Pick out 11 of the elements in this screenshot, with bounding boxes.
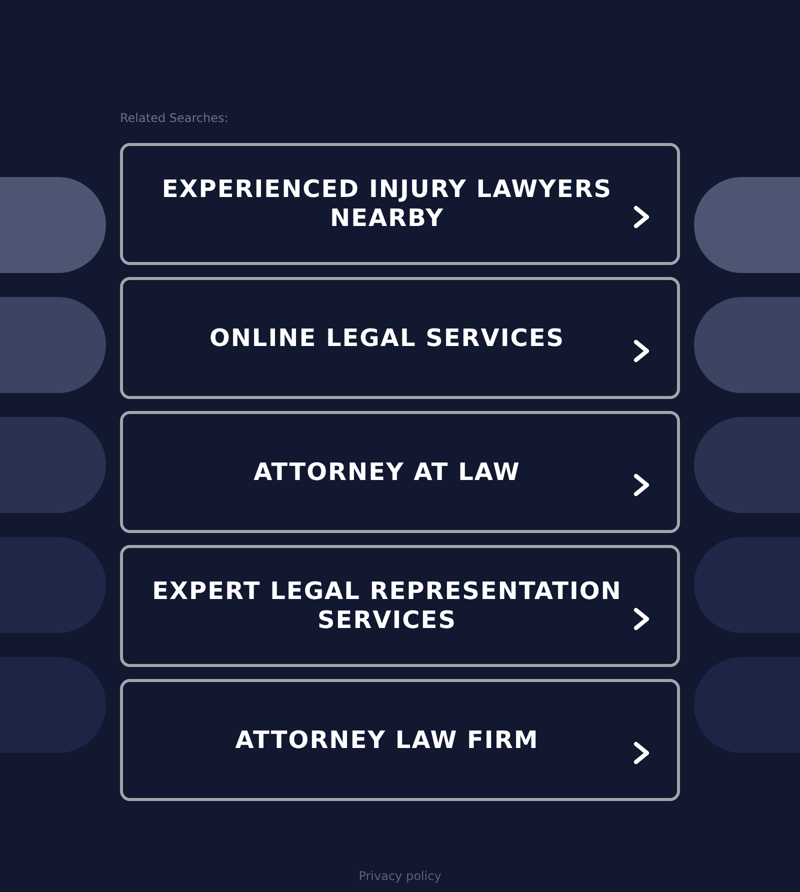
related-search-link[interactable]: EXPERT LEGAL REPRESENTATION SERVICES [120,545,680,667]
chevron-right-icon [633,473,651,497]
chevron-right-icon [633,205,651,229]
related-search-link[interactable]: EXPERIENCED INJURY LAWYERS NEARBY [120,143,680,265]
chevron-right-icon [633,741,651,765]
chevron-right-icon [633,607,651,631]
related-search-link[interactable]: ONLINE LEGAL SERVICES [120,277,680,399]
related-searches-label: Related Searches: [120,110,230,127]
related-search-link[interactable]: ATTORNEY AT LAW [120,411,680,533]
chevron-right-icon [633,339,651,363]
related-search-link[interactable]: ATTORNEY LAW FIRM [120,679,680,801]
